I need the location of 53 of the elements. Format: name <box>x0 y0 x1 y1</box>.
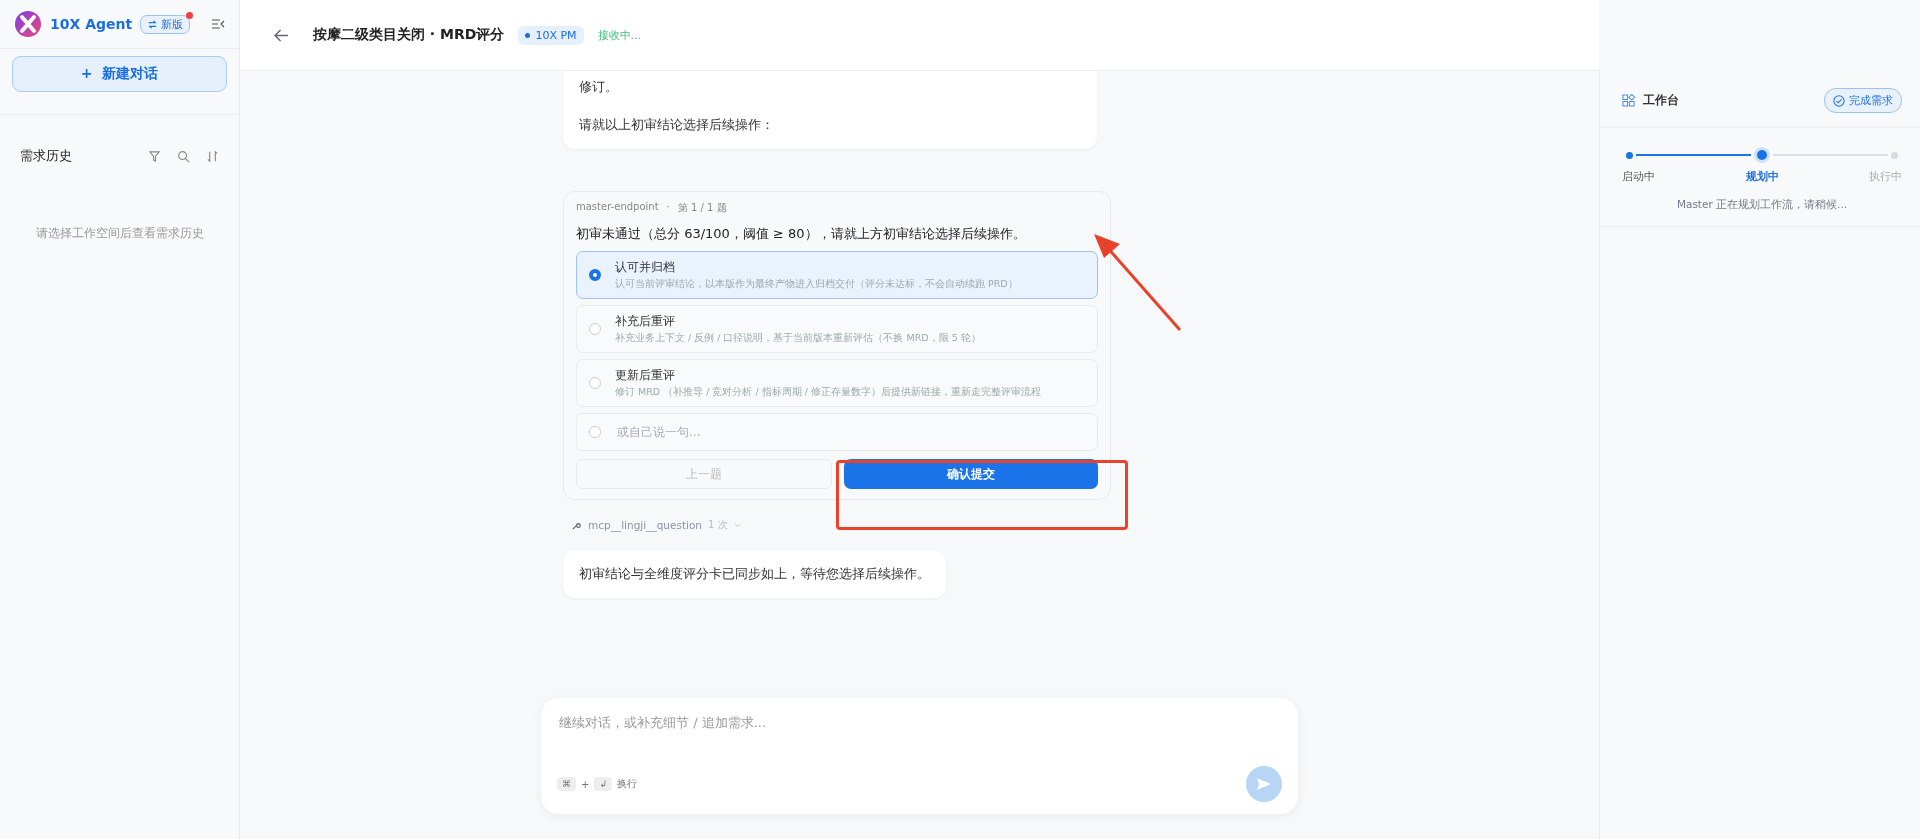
send-button[interactable] <box>1246 766 1282 802</box>
tool-name: mcp__lingji__question <box>588 519 703 531</box>
grid-icon <box>1622 94 1635 107</box>
back-arrow-icon[interactable] <box>274 28 289 42</box>
custom-answer-field[interactable]: 或自己说一句... <box>615 424 999 440</box>
filter-icon[interactable] <box>148 149 161 163</box>
message-text: 修订。 <box>579 78 619 96</box>
refresh-icon <box>147 18 159 30</box>
search-icon[interactable] <box>177 149 190 163</box>
answer-option[interactable]: 更新后重评 修订 MRD （补推导 / 竞对分析 / 指标周期 / 修正存量数字）后提供新链接，重新走完整评审流程 <box>576 359 1098 407</box>
version-badge[interactable]: 新版 <box>140 14 191 34</box>
separator-dot: · <box>666 201 670 214</box>
question-text: 初审未通过（总分 63/100，阈值 ≥ 80），请就上方初审结论选择后续操作。 <box>576 225 1027 243</box>
step-label: 启动中 <box>1622 170 1655 184</box>
message-composer[interactable]: 继续对话，或补充细节 / 追加需求... ⌘ + ↲ 换行 <box>541 698 1298 814</box>
send-icon <box>1256 776 1272 792</box>
option-title: 更新后重评 <box>615 367 676 384</box>
tool-call-count: 1 次 <box>708 518 728 532</box>
answer-option[interactable]: 补充后重评 补充业务上下文 / 反例 / 口径说明，基于当前版本重新评估（不换 MRD，限 5 轮） <box>576 305 1098 353</box>
history-title: 需求历史 <box>20 147 72 165</box>
sort-icon[interactable] <box>206 149 219 163</box>
option-title: 补充后重评 <box>615 313 676 330</box>
message-text: 初审结论与全维度评分卡已同步如上，等待您选择后续操作。 <box>579 565 930 583</box>
submit-button[interactable]: 确认提交 <box>844 459 1098 489</box>
conversation-title: 按摩二级类目关闭 · MRD评分 <box>313 26 505 44</box>
option-description: 修订 MRD （补推导 / 竞对分析 / 指标周期 / 修正存量数字）后提供新链接，重新走完整评审流程 <box>615 386 1041 399</box>
question-source: master-endpoint <box>576 201 659 214</box>
agent-badge: 10X PM <box>518 25 584 45</box>
keyboard-key: ↲ <box>594 777 612 791</box>
question-counter: 第 1 / 1 题 <box>677 201 727 215</box>
message-text: 请就以上初审结论选择后续操作： <box>579 116 775 134</box>
answer-option[interactable]: 认可并归档 认可当前评审结论，以本版作为最终产物进入归档交付（评分未达标，不会自动续跑 PRD） <box>576 251 1098 299</box>
brand-name: 10X Agent <box>50 16 133 32</box>
new-chat-button[interactable]: + 新建对话 <box>12 56 227 92</box>
workbench-title: 工作台 <box>1643 92 1679 109</box>
plus-sign: + <box>581 778 590 790</box>
step-label: 执行中 <box>1869 170 1902 184</box>
complete-button[interactable]: 完成需求 <box>1824 88 1902 113</box>
option-description: 认可当前评审结论，以本版作为最终产物进入归档交付（评分未达标，不会自动续跑 PRD） <box>615 278 1018 291</box>
keyboard-key: ⌘ <box>557 777 576 791</box>
answer-option[interactable]: 或自己说一句... <box>576 413 1098 451</box>
collapse-sidebar-icon[interactable] <box>211 18 225 30</box>
step-label: 规划中 <box>1745 170 1779 184</box>
option-title: 认可并归档 <box>615 259 676 276</box>
shortcut-hint: 换行 <box>616 777 637 791</box>
caret-icon[interactable] <box>733 522 741 528</box>
workbench-status-text: Master 正在规划工作流，请稍候... <box>1675 198 1849 212</box>
logo-icon <box>14 10 42 38</box>
check-circle-icon <box>1833 94 1845 107</box>
option-description: 补充业务上下文 / 反例 / 口径说明，基于当前版本重新评估（不换 MRD，限 5 轮） <box>615 332 981 345</box>
radio-button[interactable] <box>589 269 601 281</box>
receiving-status: 接收中... <box>597 27 642 43</box>
empty-history-text: 请选择工作空间后查看需求历史 <box>34 225 205 242</box>
